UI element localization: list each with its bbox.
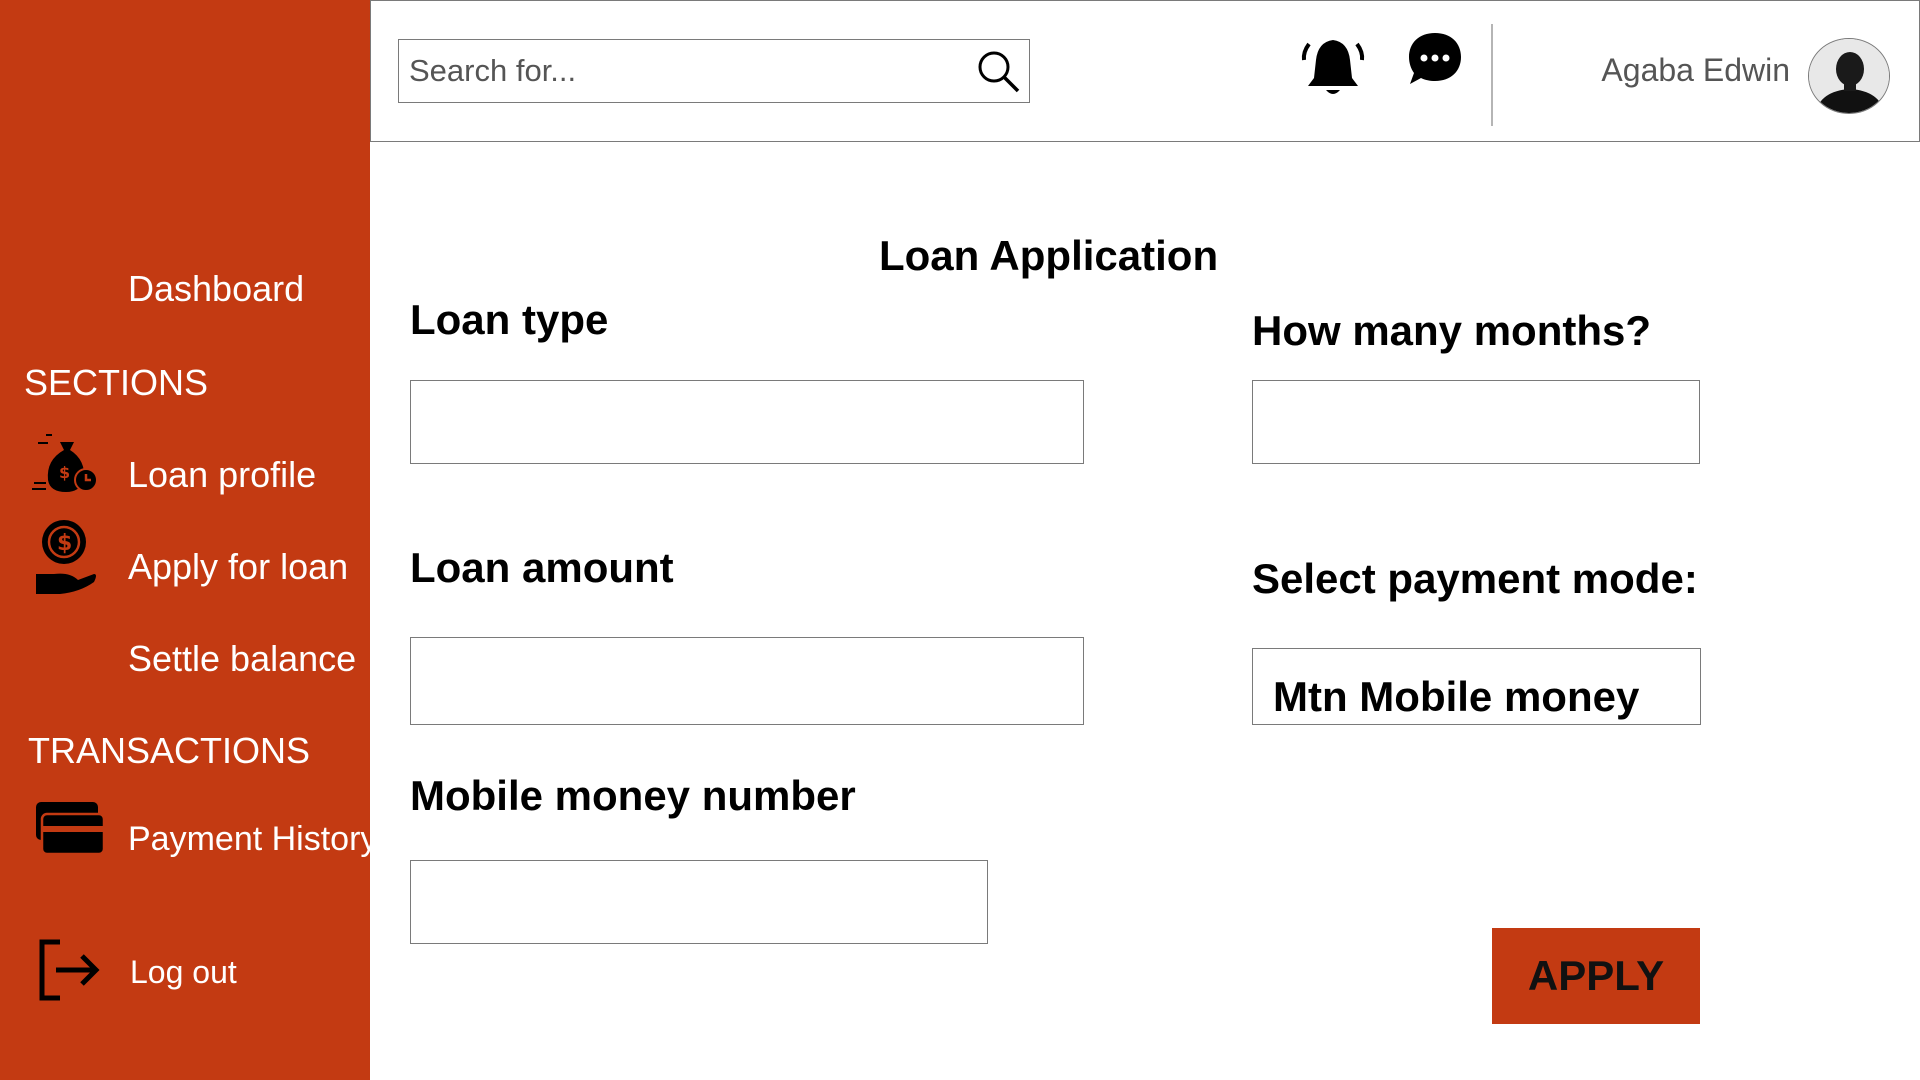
chat-icon[interactable] — [1406, 30, 1464, 88]
user-name: Agaba Edwin — [1601, 52, 1790, 88]
months-field[interactable] — [1252, 380, 1700, 464]
sidebar-heading-transactions: TRANSACTIONS — [28, 730, 311, 771]
loan-type-field[interactable] — [410, 380, 1084, 464]
page-title: Loan Application — [879, 232, 1219, 279]
sidebar-item-label: Dashboard — [128, 268, 305, 309]
logout-icon — [39, 939, 100, 1001]
search-icon[interactable] — [977, 50, 1021, 94]
sidebar-item-loan-profile[interactable]: Loan profile — [128, 454, 316, 496]
payment-mode-label: Select payment mode: — [1252, 555, 1698, 602]
sidebar-item-dashboard[interactable]: Dashboard — [128, 268, 304, 310]
svg-text:$: $ — [59, 463, 70, 482]
payment-mode-select[interactable]: Mtn Mobile money — [1252, 648, 1701, 725]
avatar[interactable] — [1808, 38, 1890, 114]
sidebar-item-label: Log out — [130, 954, 237, 990]
sidebar-item-log-out[interactable]: Log out — [130, 954, 237, 991]
months-label: How many months? — [1252, 307, 1652, 354]
sidebar-item-settle-balance[interactable]: Settle balance — [128, 638, 356, 680]
bell-icon[interactable] — [1300, 34, 1366, 100]
sidebar-item-label: Settle balance — [128, 638, 357, 679]
money-bag-clock-icon: $ — [32, 434, 98, 492]
search-box — [398, 39, 1030, 103]
loan-type-label: Loan type — [410, 296, 609, 343]
loan-amount-field[interactable] — [410, 637, 1084, 725]
hand-dollar-icon: $ — [36, 520, 96, 594]
sidebar-heading-sections: SECTIONS — [24, 362, 209, 403]
search-input[interactable] — [409, 48, 949, 94]
loan-amount-label: Loan amount — [410, 544, 674, 591]
svg-text:$: $ — [57, 531, 72, 556]
mobile-number-label: Mobile money number — [410, 772, 856, 819]
apply-button[interactable]: APPLY — [1492, 928, 1700, 1024]
sidebar: Dashboard SECTIONS $ Loan profile $ Appl… — [0, 0, 377, 1080]
sidebar-item-label: Loan profile — [128, 454, 317, 495]
credit-cards-icon — [36, 802, 104, 856]
sidebar-item-label: Payment History — [128, 820, 378, 858]
payment-mode-value: Mtn Mobile money — [1273, 673, 1640, 720]
sidebar-item-payment-history[interactable]: Payment History — [128, 820, 377, 859]
mobile-number-field[interactable] — [410, 860, 988, 944]
sidebar-item-apply-for-loan[interactable]: Apply for loan — [128, 546, 348, 588]
sidebar-item-label: Apply for loan — [128, 546, 349, 587]
avatar-photo — [1809, 39, 1889, 113]
header-divider — [1491, 24, 1493, 126]
